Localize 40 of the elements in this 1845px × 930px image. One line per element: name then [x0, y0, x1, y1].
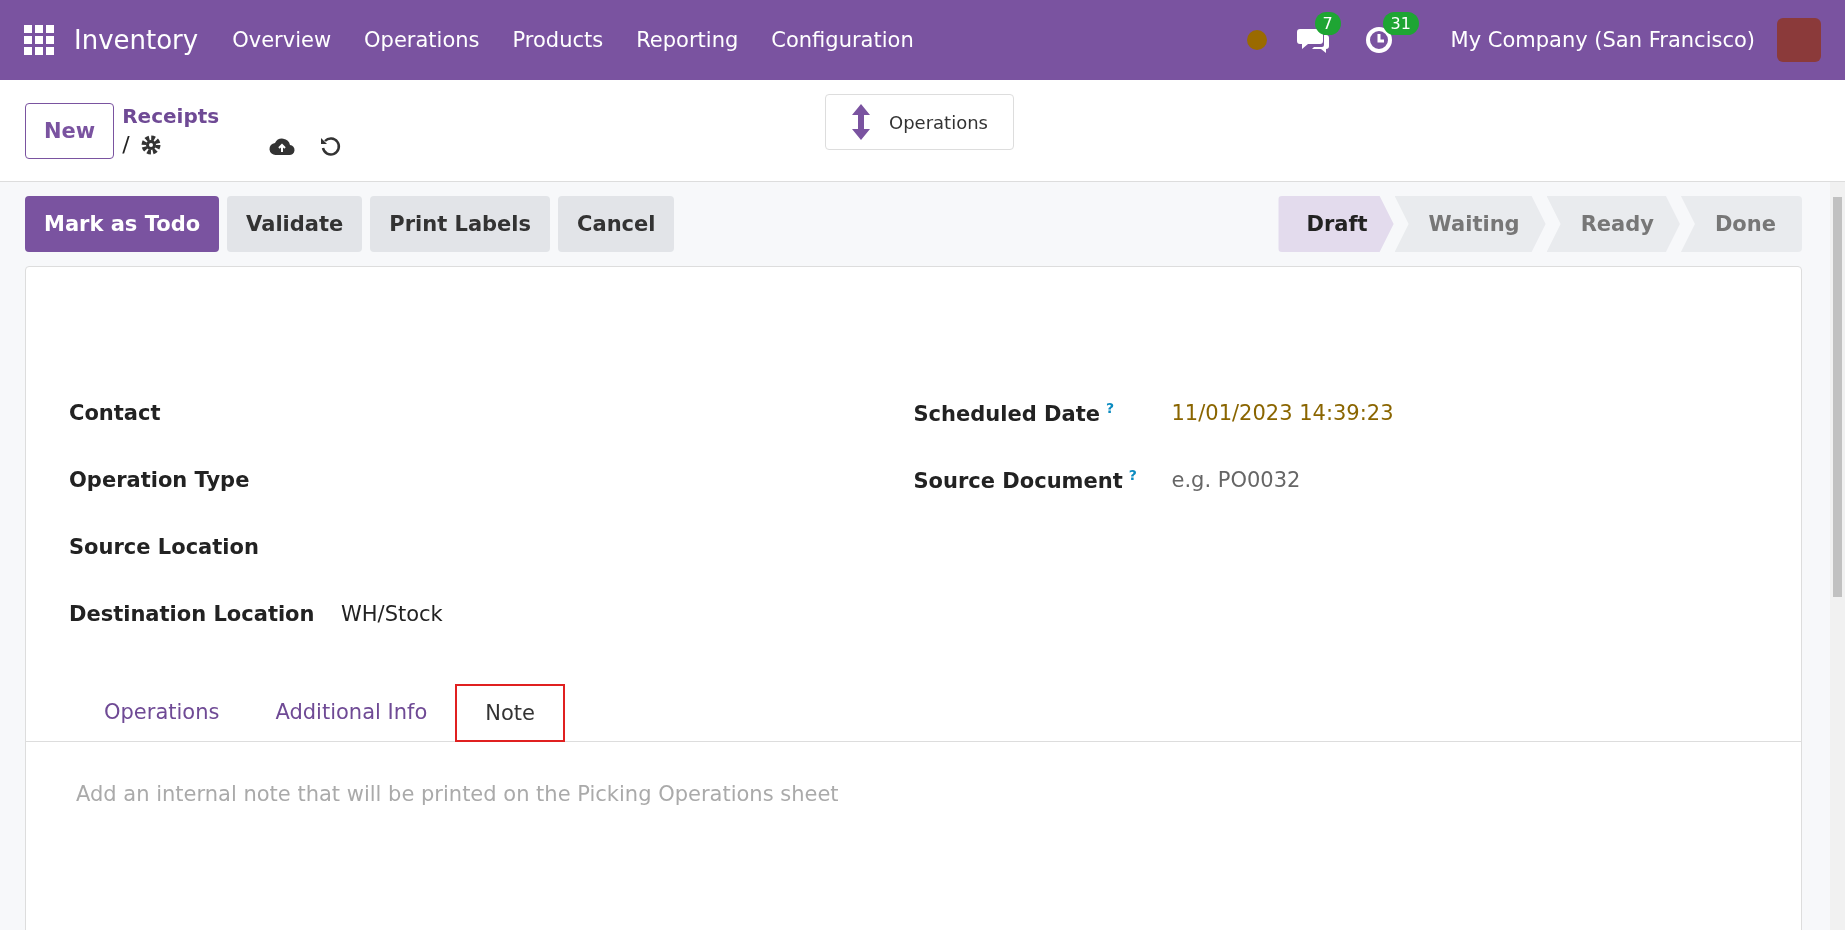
apps-grid-icon[interactable] [24, 25, 54, 55]
menu-item[interactable]: Configuration [771, 28, 914, 52]
app-name[interactable]: Inventory [74, 25, 199, 55]
menu-item[interactable]: Reporting [636, 28, 739, 52]
field-label: Source Document $^{?}$ [913, 466, 1138, 493]
company-name[interactable]: My Company (San Francisco) [1450, 28, 1755, 52]
status-dot-icon[interactable] [1246, 30, 1267, 50]
message-count-badge: 7 [1314, 12, 1341, 35]
status-step[interactable]: Done [1680, 196, 1802, 252]
clock-icon[interactable] [1364, 26, 1393, 54]
field-label: Scheduled Date $^{?}$ [913, 399, 1116, 426]
action-button[interactable]: Print Labels [370, 196, 551, 252]
breadcrumb-separator: / [122, 132, 130, 157]
field-label: Destination Location [69, 601, 316, 626]
status-step[interactable]: Waiting [1394, 196, 1546, 252]
input-field[interactable]: e.g. PO0032 [1171, 467, 1301, 492]
field-label: Source Location [69, 534, 260, 559]
action-button[interactable]: Mark as Todo [25, 196, 220, 252]
menu-item[interactable]: Overview [232, 28, 332, 52]
field-label: Operation Type [69, 467, 251, 492]
tab[interactable]: Operations [76, 683, 248, 741]
field-label: Contact [69, 400, 162, 425]
up-down-arrow-icon [851, 104, 871, 140]
status-step[interactable]: Draft [1278, 196, 1394, 252]
action-button[interactable]: Cancel [558, 196, 675, 252]
tab[interactable]: Additional Info [247, 683, 456, 741]
tab[interactable]: Note [455, 684, 565, 742]
menu-item[interactable]: Products [512, 28, 604, 52]
action-button[interactable]: Validate [227, 196, 363, 252]
activity-count-badge: 31 [1382, 12, 1419, 35]
menu-item[interactable]: Operations [364, 28, 480, 52]
undo-icon[interactable] [319, 134, 342, 157]
new-button[interactable]: New [25, 102, 115, 159]
scrollbar[interactable] [1830, 182, 1845, 930]
operations-smart-button[interactable]: Operations [825, 94, 1014, 150]
settings-icon[interactable] [139, 133, 162, 156]
breadcrumb-link[interactable]: Receipts [122, 104, 220, 128]
date-field[interactable]: 11/01/2023 14:39:23 [1171, 400, 1394, 425]
field-value[interactable]: WH/Stock [341, 601, 443, 626]
status-step[interactable]: Ready [1546, 196, 1680, 252]
